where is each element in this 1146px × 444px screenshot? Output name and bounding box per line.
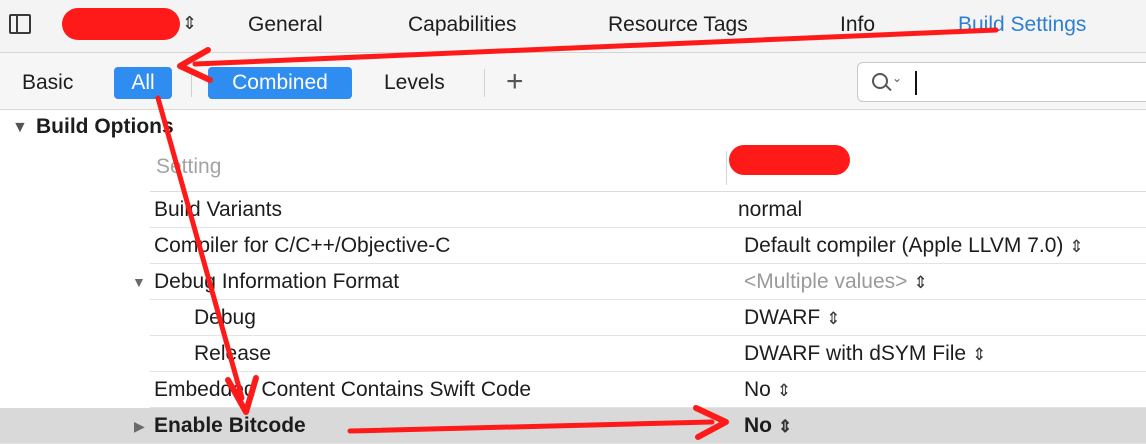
setting-label: Compiler for C/C++/Objective-C: [154, 234, 451, 257]
disclosure-triangle-icon[interactable]: ▶: [134, 419, 145, 433]
tab-build-settings[interactable]: Build Settings: [958, 12, 1086, 38]
search-input[interactable]: ⌄: [857, 62, 1146, 102]
chevron-updown-icon: ⇕: [182, 13, 198, 33]
setting-row-build-variants[interactable]: Build Variants normal: [150, 192, 1146, 228]
tab-info[interactable]: Info: [840, 12, 875, 38]
setting-value: No: [744, 378, 771, 401]
setting-label: Debug Information Format: [154, 270, 400, 293]
setting-row-debug-information-format[interactable]: ▼ Debug Information Format <Multiple val…: [132, 264, 1146, 300]
chevron-down-icon[interactable]: ⌄: [892, 71, 902, 85]
section-title: Build Options: [36, 115, 174, 138]
stepper-icon: ⇕: [778, 417, 793, 436]
setting-value[interactable]: normal: [738, 197, 802, 223]
text-cursor: [915, 71, 917, 95]
column-separator[interactable]: [726, 151, 727, 185]
column-header-row: Setting: [150, 145, 1146, 192]
setting-value: No: [744, 414, 772, 437]
setting-row-enable-bitcode[interactable]: ▶ Enable Bitcode No ⇕: [0, 408, 1146, 444]
stepper-icon: ⇕: [776, 381, 792, 400]
stepper-icon: ⇕: [972, 345, 987, 364]
setting-value: <Multiple values>: [744, 270, 908, 293]
search-icon: [872, 73, 888, 89]
setting-label: Build Variants: [154, 198, 283, 221]
redaction-mark: [62, 8, 180, 40]
setting-row-release[interactable]: Release DWARF with dSYM File ⇕: [150, 336, 1146, 372]
setting-column-header[interactable]: Setting: [156, 155, 221, 179]
scope-levels-button[interactable]: Levels: [384, 67, 445, 99]
editor-tab-bar: ⇕ General Capabilities Resource Tags Inf…: [0, 0, 1146, 53]
setting-value: DWARF: [744, 306, 821, 329]
stepper-icon: ⇕: [826, 309, 841, 328]
setting-value-popup[interactable]: No ⇕: [744, 413, 792, 440]
divider: [191, 69, 192, 97]
stepper-icon: ⇕: [1069, 237, 1084, 256]
setting-row-embedded-swift[interactable]: Embedded Content Contains Swift Code No ⇕: [150, 372, 1146, 408]
stepper-icon: ⇕: [913, 273, 928, 292]
setting-label: Enable Bitcode: [154, 414, 306, 437]
setting-value: DWARF with dSYM File: [744, 342, 967, 365]
setting-value-popup[interactable]: <Multiple values> ⇕: [744, 269, 928, 296]
scope-basic-button[interactable]: Basic: [22, 67, 73, 99]
target-selector[interactable]: ⇕: [60, 6, 204, 42]
tab-resource-tags[interactable]: Resource Tags: [608, 12, 748, 38]
redaction-mark: [729, 145, 850, 175]
tab-general[interactable]: General: [248, 12, 323, 38]
setting-value-popup[interactable]: DWARF ⇕: [744, 305, 840, 332]
setting-label: Embedded Content Contains Swift Code: [154, 378, 532, 401]
setting-label: Debug: [194, 306, 256, 329]
disclosure-triangle-icon[interactable]: ▼: [132, 275, 146, 289]
tab-capabilities[interactable]: Capabilities: [408, 12, 517, 38]
setting-row-compiler[interactable]: Compiler for C/C++/Objective-C Default c…: [150, 228, 1146, 264]
disclosure-triangle-icon[interactable]: ▼: [12, 120, 28, 136]
add-setting-button[interactable]: +: [506, 64, 524, 100]
setting-value-popup[interactable]: Default compiler (Apple LLVM 7.0) ⇕: [744, 233, 1084, 260]
scope-combined-button[interactable]: Combined: [208, 67, 352, 99]
setting-label: Release: [194, 342, 272, 365]
setting-row-debug[interactable]: Debug DWARF ⇕: [150, 300, 1146, 336]
sidebar-toggle-icon[interactable]: [9, 14, 31, 34]
scope-all-button[interactable]: All: [114, 67, 172, 99]
section-build-options[interactable]: ▼ Build Options: [0, 112, 1146, 142]
setting-value-popup[interactable]: No ⇕: [744, 377, 791, 404]
scope-bar: Basic All Combined Levels + ⌄: [0, 53, 1146, 110]
setting-value: Default compiler (Apple LLVM 7.0): [744, 234, 1064, 257]
divider: [484, 69, 485, 97]
setting-value-popup[interactable]: DWARF with dSYM File ⇕: [744, 341, 986, 368]
